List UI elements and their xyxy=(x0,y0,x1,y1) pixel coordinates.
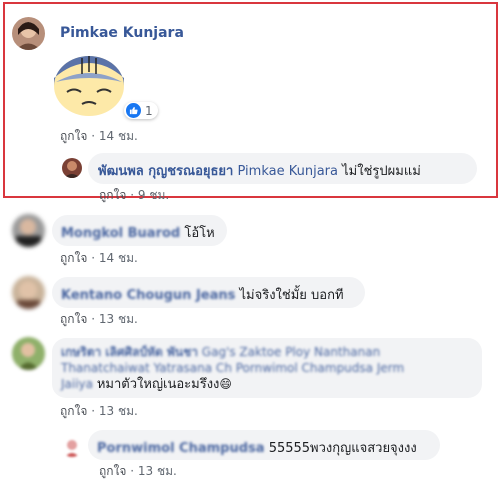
smile-emoji: 😄 xyxy=(219,377,232,391)
timestamp[interactable]: 13 ชม. xyxy=(138,464,177,478)
like-link[interactable]: ถูกใจ xyxy=(60,404,87,418)
comment-author[interactable]: Mongkol Buarod xyxy=(61,226,180,241)
reply-author[interactable]: Pornwimol Champudsa xyxy=(97,441,265,456)
reply-avatar[interactable] xyxy=(62,437,82,457)
comment-meta: ถูกใจ · 13 ชม. xyxy=(60,312,138,326)
avatar[interactable] xyxy=(12,17,45,50)
comment-text: หมาตัวใหญ่เนอะมรึงง xyxy=(96,377,220,392)
reply-bubble: พัฒนพล กุญชรณอยุธยา Pimkae Kunjara ไม่ใช… xyxy=(88,153,477,184)
reaction-count[interactable]: 1 xyxy=(124,102,158,119)
like-icon xyxy=(126,103,141,118)
reply-text: ไม่ใช่รูปผมแม่ xyxy=(342,164,421,179)
comment-text: ไม่จริงใช่มั้ย บอกที xyxy=(239,288,344,303)
comment-author[interactable]: Pimkae Kunjara xyxy=(60,25,184,41)
comment-text: โอ้โห xyxy=(184,226,215,241)
tagged-names[interactable]: Thanatchaiwat Yatrasana Ch Pornwimol Cha… xyxy=(61,361,404,375)
like-link[interactable]: ถูกใจ xyxy=(60,251,87,265)
tagged-names[interactable]: Jaiiya xyxy=(61,377,93,391)
timestamp[interactable]: 13 ชม. xyxy=(99,404,138,418)
like-link[interactable]: ถูกใจ xyxy=(60,129,87,143)
reply-avatar[interactable] xyxy=(62,158,82,178)
reply-text: 55555พวงกุญแจสวยจุงงง xyxy=(268,441,417,456)
reply-author[interactable]: พัฒนพล กุญชรณอยุธยา xyxy=(98,164,233,179)
like-link[interactable]: ถูกใจ xyxy=(60,312,87,326)
comment-author[interactable]: เกษริตา เลิศศิลป์หัด พันชา xyxy=(61,345,198,359)
avatar[interactable] xyxy=(12,214,45,247)
like-link[interactable]: ถูกใจ xyxy=(99,188,126,202)
comment-bubble: เกษริตา เลิศศิลป์หัด พันชา Gag's Zaktoe … xyxy=(52,338,482,398)
timestamp[interactable]: 14 ชม. xyxy=(99,251,138,265)
timestamp[interactable]: 14 ชม. xyxy=(99,129,138,143)
reply-meta: ถูกใจ · 13 ชม. xyxy=(99,464,177,478)
comment-meta: ถูกใจ · 13 ชม. xyxy=(60,404,138,418)
mention-link[interactable]: Pimkae Kunjara xyxy=(238,164,338,179)
avatar[interactable] xyxy=(12,276,45,309)
reply-bubble: Pornwimol Champudsa 55555พวงกุญแจสวยจุงง… xyxy=(88,430,440,460)
timestamp[interactable]: 13 ชม. xyxy=(99,312,138,326)
comment-bubble: Kentano Chougun Jeans ไม่จริงใช่มั้ย บอก… xyxy=(52,277,365,308)
like-link[interactable]: ถูกใจ xyxy=(99,464,126,478)
reply-meta: ถูกใจ · 9 ชม. xyxy=(99,188,170,202)
sticker xyxy=(52,52,127,118)
avatar[interactable] xyxy=(12,337,45,370)
comment-meta: ถูกใจ · 14 ชม. xyxy=(60,251,138,265)
tagged-names[interactable]: Gag's Zaktoe Ploy Nanthanan xyxy=(202,345,380,359)
comment-author[interactable]: Kentano Chougun Jeans xyxy=(61,288,235,303)
comment-bubble: Mongkol Buarod โอ้โห xyxy=(52,215,227,246)
comment-meta: ถูกใจ · 14 ชม. xyxy=(60,129,138,143)
timestamp[interactable]: 9 ชม. xyxy=(138,188,169,202)
